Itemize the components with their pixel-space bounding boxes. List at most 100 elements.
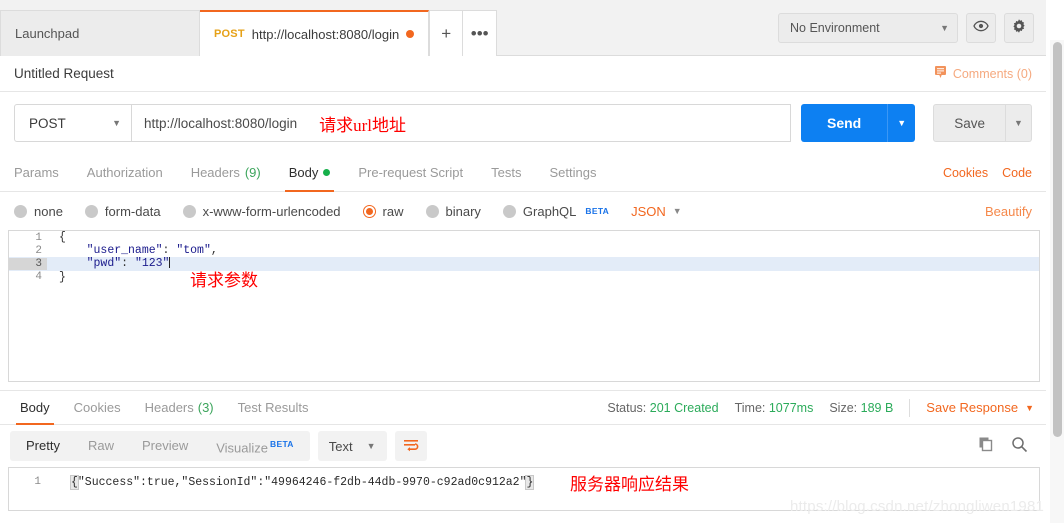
json-key: "pwd" xyxy=(86,257,122,271)
wrap-lines-icon xyxy=(403,438,419,455)
tab-options-button[interactable]: ••• xyxy=(463,10,498,56)
response-tab-headers-count: (3) xyxy=(197,400,214,415)
response-format-selector[interactable]: Text ▼ xyxy=(317,431,387,461)
response-format-value: Text xyxy=(328,438,353,454)
body-type-urlencoded[interactable]: x-www-form-urlencoded xyxy=(182,204,341,219)
tab-launchpad-label: Launchpad xyxy=(15,26,80,41)
status-value: 201 Created xyxy=(649,400,719,415)
json-comma: , xyxy=(210,244,218,258)
comments-label: Comments (0) xyxy=(952,66,1032,81)
body-type-raw[interactable]: raw xyxy=(362,204,404,219)
radio-icon xyxy=(425,204,439,218)
tab-headers[interactable]: Headers (9) xyxy=(177,154,275,191)
view-mode-visualize[interactable]: Visualize BETA xyxy=(202,429,308,463)
body-type-row: none form-data x-www-form-urlencoded raw… xyxy=(0,192,1046,230)
tab-bar-right-controls: No Environment ▼ xyxy=(768,0,1046,55)
http-method-selector[interactable]: POST ▼ xyxy=(14,104,132,142)
tab-pre-request-script[interactable]: Pre-request Script xyxy=(344,154,477,191)
body-type-none[interactable]: none xyxy=(14,204,63,219)
tab-authorization[interactable]: Authorization xyxy=(73,154,177,191)
save-response-label: Save Response xyxy=(926,400,1019,415)
tab-body[interactable]: Body xyxy=(275,154,345,192)
response-tab-cookies[interactable]: Cookies xyxy=(62,391,133,424)
tab-pre-request-script-label: Pre-request Script xyxy=(358,165,464,180)
request-title-bar: Untitled Request Comments (0) xyxy=(0,56,1046,92)
vertical-scrollbar[interactable] xyxy=(1050,40,1064,523)
save-response-button[interactable]: Save Response ▼ xyxy=(926,400,1034,415)
tab-request-label: http://localhost:8080/login xyxy=(251,26,400,42)
code-text: } xyxy=(59,270,66,284)
line-number: 1 xyxy=(34,476,41,488)
save-options-button[interactable]: ▼ xyxy=(1006,104,1032,142)
view-mode-pretty[interactable]: Pretty xyxy=(12,431,74,461)
code-line: 2 "user_name": "tom", xyxy=(9,244,1039,257)
copy-icon[interactable] xyxy=(978,436,995,456)
save-button-group: Save ▼ xyxy=(933,104,1032,142)
response-tab-test-results[interactable]: Test Results xyxy=(226,391,321,424)
gear-icon xyxy=(1011,18,1027,37)
beautify-button[interactable]: Beautify xyxy=(985,204,1032,219)
save-button[interactable]: Save xyxy=(933,104,1006,142)
search-icon[interactable] xyxy=(1011,436,1028,456)
body-type-binary[interactable]: binary xyxy=(425,203,481,219)
radio-icon xyxy=(502,204,516,218)
response-tab-headers[interactable]: Headers (3) xyxy=(133,391,226,424)
tab-headers-label: Headers xyxy=(190,165,240,180)
annotation-request-params: 请求参数 xyxy=(190,271,258,290)
response-tab-cookies-label: Cookies xyxy=(73,400,121,415)
send-options-button[interactable]: ▼ xyxy=(887,104,916,142)
beta-badge: BETA xyxy=(585,206,610,216)
response-body-content: "Success":true,"SessionId":"49964246-f2d… xyxy=(77,475,527,489)
postman-window: Launchpad POST http://localhost:8080/log… xyxy=(0,0,1064,523)
environment-selector-label: No Environment xyxy=(790,20,880,35)
comments-button[interactable]: Comments (0) xyxy=(934,65,1032,82)
scrollbar-thumb[interactable] xyxy=(1053,42,1062,437)
environment-quick-look-button[interactable] xyxy=(966,12,996,43)
line-number: 3 xyxy=(9,257,47,270)
cookies-link[interactable]: Cookies xyxy=(943,166,988,180)
body-type-graphql[interactable]: GraphQL BETA xyxy=(502,204,610,219)
code-line: 4 } xyxy=(9,271,1039,284)
tab-request-login[interactable]: POST http://localhost:8080/login xyxy=(200,10,430,56)
http-method-value: POST xyxy=(29,115,66,131)
unsaved-changes-dot xyxy=(406,30,415,38)
url-input[interactable]: http://localhost:8080/login 请求url地址 xyxy=(132,104,791,142)
tab-tests[interactable]: Tests xyxy=(477,154,535,191)
divider xyxy=(909,398,911,417)
close-brace: } xyxy=(525,474,535,490)
send-button-group: Send ▼ xyxy=(800,104,916,142)
view-mode-raw[interactable]: Raw xyxy=(74,431,128,461)
radio-icon xyxy=(182,204,196,218)
eye-icon xyxy=(973,18,989,37)
json-value: "123" xyxy=(134,257,170,271)
code-link[interactable]: Code xyxy=(1002,166,1032,180)
new-tab-button[interactable]: + xyxy=(429,10,464,56)
view-mode-preview[interactable]: Preview xyxy=(128,431,202,461)
chevron-down-icon: ▼ xyxy=(1025,402,1034,413)
tab-strip: Launchpad POST http://localhost:8080/log… xyxy=(0,0,430,56)
radio-icon xyxy=(84,204,98,218)
send-button[interactable]: Send xyxy=(800,104,888,142)
tab-settings[interactable]: Settings xyxy=(535,154,610,191)
body-type-binary-label: binary xyxy=(445,203,481,219)
radio-icon xyxy=(14,204,27,218)
wrap-lines-button[interactable] xyxy=(394,431,427,461)
tab-params[interactable]: Params xyxy=(14,154,73,191)
comment-icon xyxy=(934,65,947,82)
code-line-active: 3 "pwd": "123" xyxy=(9,257,1039,271)
tab-launchpad[interactable]: Launchpad xyxy=(0,10,200,56)
body-type-form-data[interactable]: form-data xyxy=(84,203,161,219)
body-type-form-data-label: form-data xyxy=(104,203,161,219)
tab-body-label: Body xyxy=(288,165,319,180)
environment-selector[interactable]: No Environment ▼ xyxy=(778,12,958,43)
response-bar: Body Cookies Headers (3) Test Results St… xyxy=(0,390,1046,425)
status-badge: Status: 201 Created xyxy=(607,401,718,415)
body-format-selector[interactable]: JSON ▼ xyxy=(631,204,682,219)
request-body-editor[interactable]: 1 ▼ { 2 "user_name": "tom", 3 "pwd": "12… xyxy=(8,230,1040,382)
response-tab-body[interactable]: Body xyxy=(8,391,62,425)
body-type-none-label: none xyxy=(34,203,63,219)
beta-badge: BETA xyxy=(270,438,294,449)
settings-button[interactable] xyxy=(1004,12,1034,43)
chevron-down-icon: ▼ xyxy=(672,206,682,216)
response-meta: Status: 201 Created Time: 1077ms Size: 1… xyxy=(607,391,1038,424)
